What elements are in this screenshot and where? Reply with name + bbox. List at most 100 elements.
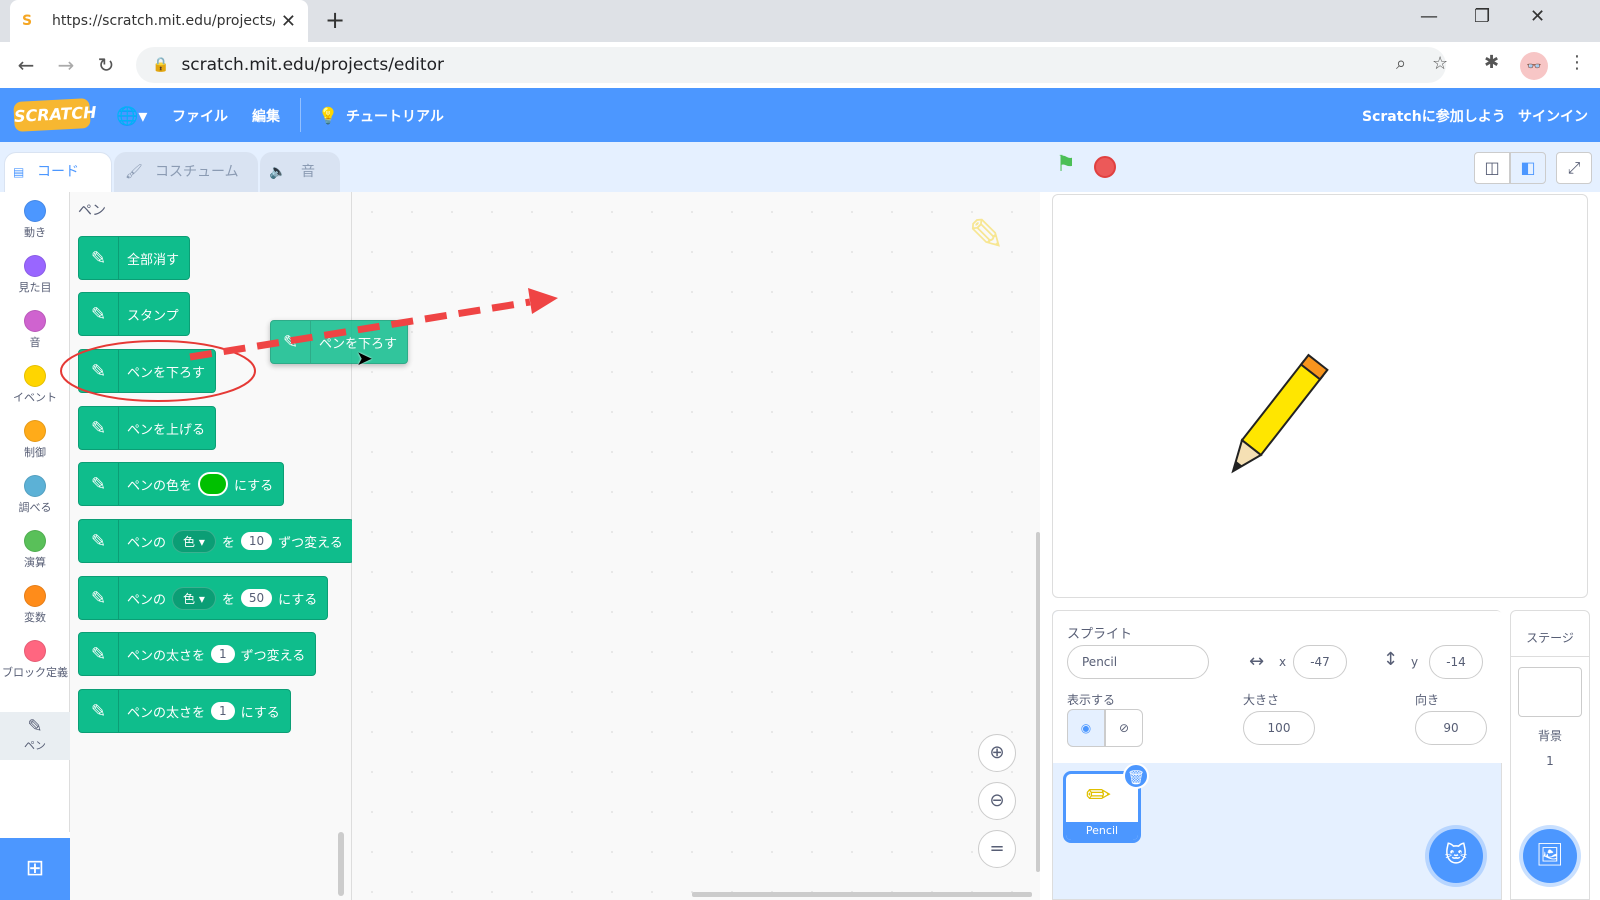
menu-file[interactable]: ファイル xyxy=(172,106,228,126)
reload-icon[interactable]: ↻ xyxy=(86,53,126,77)
category-sound[interactable]: 音 xyxy=(0,310,70,350)
category-sensing[interactable]: 調べる xyxy=(0,475,70,515)
backdrop-thumbnail[interactable] xyxy=(1518,667,1582,717)
restore-icon[interactable]: ❐ xyxy=(1474,6,1490,27)
tab-sound[interactable]: 🔈 音 xyxy=(260,152,340,192)
small-stage-icon[interactable]: ◫ xyxy=(1474,152,1510,184)
category-dot xyxy=(24,255,46,277)
add-extension-button[interactable]: ⊞ xyxy=(0,838,70,900)
size-input[interactable]: 100 xyxy=(1243,711,1315,745)
block-change-pen-param[interactable]: ✎ ペンの 色 ▾ を 10 ずつ変える xyxy=(78,519,354,563)
block-palette: ペン ✎ 全部消す ✎ スタンプ ✎ ペンを下ろす ✎ ペンを上げる ✎ ペンの… xyxy=(70,192,354,900)
normal-stage-icon[interactable]: ◧ xyxy=(1510,152,1546,184)
block-label: ペンを下ろす xyxy=(127,365,206,381)
address-bar[interactable]: 🔒 scratch.mit.edu/projects/editor ⌕ ☆ xyxy=(136,47,1448,83)
stage-selector-panel[interactable]: ステージ 背景 1 🖼 xyxy=(1510,610,1590,900)
lock-icon: 🔒 xyxy=(152,57,170,73)
scratch-logo[interactable]: SCRATCH xyxy=(13,98,97,132)
category-pen[interactable]: ✎ ペン xyxy=(0,712,70,760)
stop-icon[interactable] xyxy=(1094,156,1116,178)
menu-edit[interactable]: 編集 xyxy=(252,106,280,126)
category-my-blocks[interactable]: ブロック定義 xyxy=(0,640,70,680)
color-swatch[interactable] xyxy=(198,472,229,496)
join-scratch-link[interactable]: Scratchに参加しよう xyxy=(1362,106,1506,126)
vertical-scrollbar[interactable] xyxy=(1036,532,1040,872)
zoom-out-icon: ⊖ xyxy=(989,790,1005,811)
value-input[interactable]: 1 xyxy=(211,645,235,663)
y-input[interactable]: -14 xyxy=(1429,645,1483,679)
tab-code[interactable]: ▤ コード xyxy=(4,152,112,192)
category-operators[interactable]: 演算 xyxy=(0,530,70,570)
bookmark-star-icon[interactable]: ☆ xyxy=(1432,53,1448,74)
horizontal-scrollbar[interactable] xyxy=(692,892,1032,897)
tab-costume[interactable]: 🖌 コスチューム xyxy=(114,152,258,192)
category-looks[interactable]: 見た目 xyxy=(0,255,70,295)
browser-tab[interactable]: S https://scratch.mit.edu/projects/e ✕ xyxy=(10,0,308,42)
block-stamp[interactable]: ✎ スタンプ xyxy=(78,292,190,336)
forward-icon[interactable]: → xyxy=(46,53,86,77)
fullscreen-icon[interactable]: ⤢ xyxy=(1556,152,1592,184)
add-sprite-button[interactable]: 🐱 xyxy=(1429,829,1483,883)
backdrop-count: 1 xyxy=(1546,754,1554,768)
param-dropdown[interactable]: 色 ▾ xyxy=(172,586,216,610)
language-globe-icon[interactable]: 🌐▾ xyxy=(116,106,147,127)
cat-add-icon: 🐱 xyxy=(1444,843,1468,868)
param-dropdown[interactable]: 色 ▾ xyxy=(172,529,216,553)
show-hidden-button[interactable]: ⊘ xyxy=(1105,709,1143,747)
x-label: x xyxy=(1279,655,1287,669)
block-change-pen-size[interactable]: ✎ ペンの太さを 1 ずつ変える xyxy=(78,632,317,676)
menu-tutorial[interactable]: チュートリアル xyxy=(346,106,444,126)
stage-toolbar: ⚑ ◫ ◧ ⤢ xyxy=(1050,142,1600,192)
block-set-pen-size[interactable]: ✎ ペンの太さを 1 にする xyxy=(78,689,291,733)
signin-link[interactable]: サインイン xyxy=(1518,106,1588,126)
block-set-pen-param[interactable]: ✎ ペンの 色 ▾ を 50 にする xyxy=(78,576,329,620)
block-clear[interactable]: ✎ 全部消す xyxy=(78,236,191,280)
category-label: 動き xyxy=(24,226,46,239)
category-control[interactable]: 制御 xyxy=(0,420,70,460)
category-motion[interactable]: 動き xyxy=(0,200,70,240)
tab-code-label: コード xyxy=(37,164,79,180)
extensions-icon[interactable]: ✱ xyxy=(1484,52,1499,73)
block-pen-down[interactable]: ✎ ペンを下ろす xyxy=(78,349,217,393)
block-pen-up[interactable]: ✎ ペンを上げる xyxy=(78,406,217,450)
zoom-out-button[interactable]: ⊖ xyxy=(978,782,1016,820)
sprite-name-input[interactable]: Pencil xyxy=(1067,645,1209,679)
palette-scrollbar[interactable] xyxy=(338,832,344,896)
zoom-reset-button[interactable]: = xyxy=(978,830,1016,868)
zoom-icon[interactable]: ⌕ xyxy=(1396,53,1406,74)
add-backdrop-button[interactable]: 🖼 xyxy=(1523,829,1577,883)
category-events[interactable]: イベント xyxy=(0,365,70,405)
close-window-icon[interactable]: ✕ xyxy=(1530,6,1545,27)
new-tab-icon[interactable]: + xyxy=(325,6,345,34)
back-icon[interactable]: ← xyxy=(6,53,46,77)
block-label: にする xyxy=(278,592,318,608)
category-variables[interactable]: 変数 xyxy=(0,585,70,625)
value-input[interactable]: 1 xyxy=(211,702,235,720)
delete-sprite-button[interactable]: 🗑 xyxy=(1123,763,1149,789)
zoom-in-button[interactable]: ⊕ xyxy=(978,734,1016,772)
url-text: scratch.mit.edu/projects/editor xyxy=(181,55,444,75)
value-input[interactable]: 50 xyxy=(240,589,273,607)
block-label: ペンの色を xyxy=(127,478,193,494)
browser-menu-icon[interactable]: ⋮ xyxy=(1568,52,1586,73)
green-flag-icon[interactable]: ⚑ xyxy=(1056,152,1076,177)
block-set-pen-color[interactable]: ✎ ペンの色を にする xyxy=(78,462,285,506)
stage-label: ステージ xyxy=(1511,629,1589,657)
scratch-favicon-icon: S xyxy=(22,13,33,29)
block-label: を xyxy=(221,592,235,608)
direction-input[interactable]: 90 xyxy=(1415,711,1487,745)
dragged-pen-down-block[interactable]: ✎ ペンを下ろす xyxy=(270,320,409,364)
show-visible-button[interactable]: ◉ xyxy=(1067,709,1105,747)
stage-canvas[interactable] xyxy=(1052,194,1588,598)
value-input[interactable]: 10 xyxy=(240,532,273,550)
close-tab-icon[interactable]: ✕ xyxy=(281,11,296,32)
profile-avatar[interactable]: 👓 xyxy=(1520,52,1548,80)
category-dot xyxy=(24,310,46,332)
scratch-menubar: SCRATCH 🌐▾ ファイル 編集 💡 チュートリアル Scratchに参加し… xyxy=(0,88,1600,142)
pencil-sprite[interactable] xyxy=(1203,345,1343,495)
x-input[interactable]: -47 xyxy=(1293,645,1347,679)
category-menu: 動き 見た目 音 イベント 制御 調べる 演算 変数 ブロック定義 ✎ ペン xyxy=(0,192,70,832)
script-area[interactable]: ✎ ⊕ ⊖ = xyxy=(352,192,1040,900)
direction-label: 向き xyxy=(1415,693,1440,707)
minimize-icon[interactable]: — xyxy=(1420,6,1438,27)
